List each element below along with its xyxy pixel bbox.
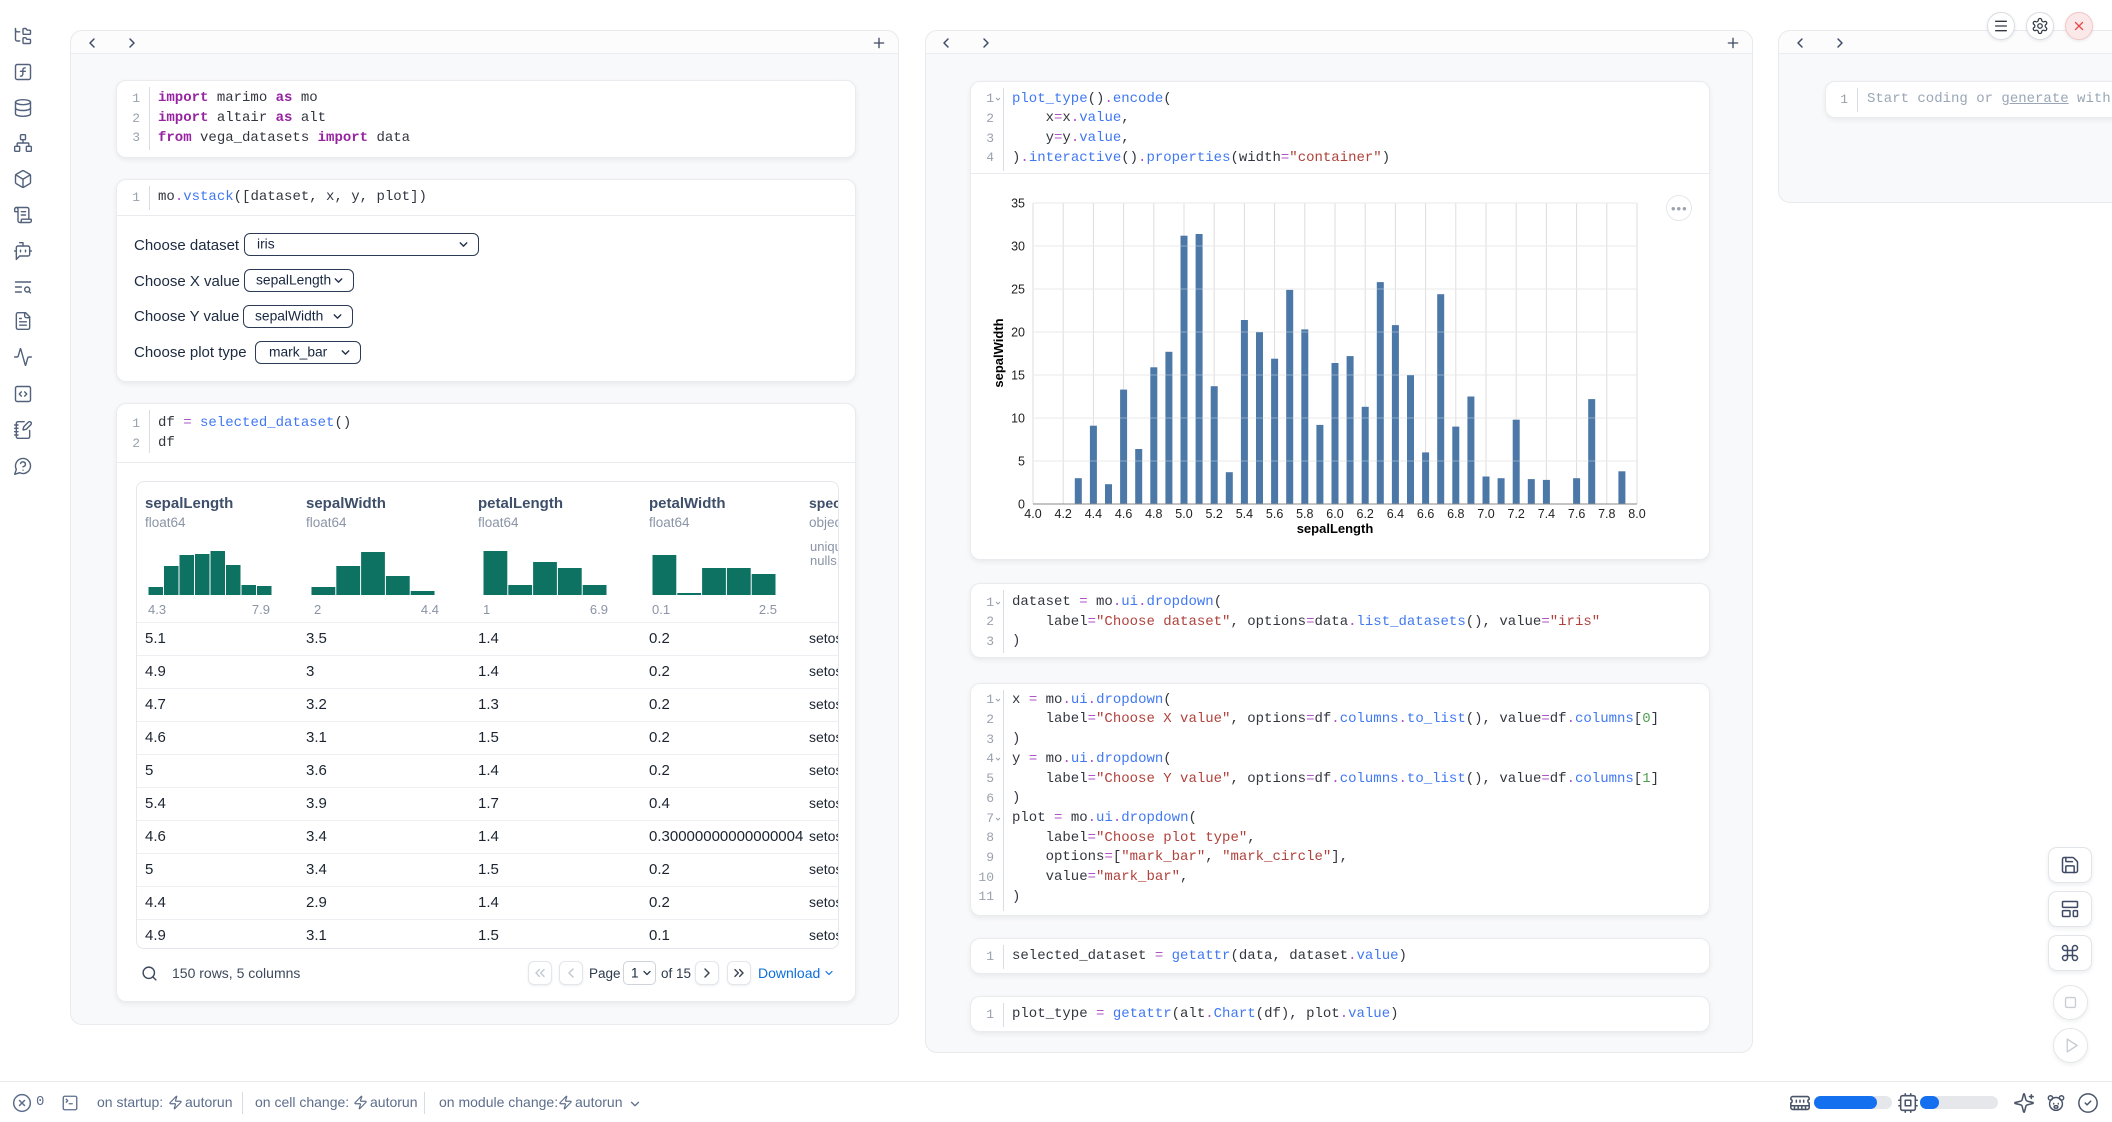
svg-text:7.2: 7.2 [1508, 507, 1525, 521]
svg-text:5.4: 5.4 [1236, 507, 1253, 521]
svg-text:4.2: 4.2 [1055, 507, 1072, 521]
svg-text:4.0: 4.0 [1024, 507, 1041, 521]
svg-text:30: 30 [1011, 240, 1025, 254]
svg-text:7.4: 7.4 [1538, 507, 1555, 521]
svg-text:5: 5 [1018, 455, 1025, 469]
svg-text:7.6: 7.6 [1568, 507, 1585, 521]
svg-text:6.8: 6.8 [1447, 507, 1464, 521]
svg-text:7.8: 7.8 [1598, 507, 1615, 521]
svg-text:6.0: 6.0 [1326, 507, 1343, 521]
svg-text:5.2: 5.2 [1206, 507, 1223, 521]
svg-text:10: 10 [1011, 412, 1025, 426]
svg-text:25: 25 [1011, 283, 1025, 297]
svg-text:4.4: 4.4 [1085, 507, 1102, 521]
svg-text:sepalWidth: sepalWidth [991, 318, 1006, 387]
svg-text:sepalLength: sepalLength [1297, 521, 1374, 536]
svg-text:7.0: 7.0 [1477, 507, 1494, 521]
svg-text:4.8: 4.8 [1145, 507, 1162, 521]
svg-text:5.8: 5.8 [1296, 507, 1313, 521]
svg-text:15: 15 [1011, 369, 1025, 383]
svg-text:20: 20 [1011, 326, 1025, 340]
svg-text:5.0: 5.0 [1175, 507, 1192, 521]
svg-text:4.6: 4.6 [1115, 507, 1132, 521]
svg-text:6.2: 6.2 [1357, 507, 1374, 521]
svg-text:8.0: 8.0 [1628, 507, 1645, 521]
svg-text:6.4: 6.4 [1387, 507, 1404, 521]
svg-text:6.6: 6.6 [1417, 507, 1434, 521]
svg-text:35: 35 [1011, 197, 1025, 211]
svg-text:5.6: 5.6 [1266, 507, 1283, 521]
